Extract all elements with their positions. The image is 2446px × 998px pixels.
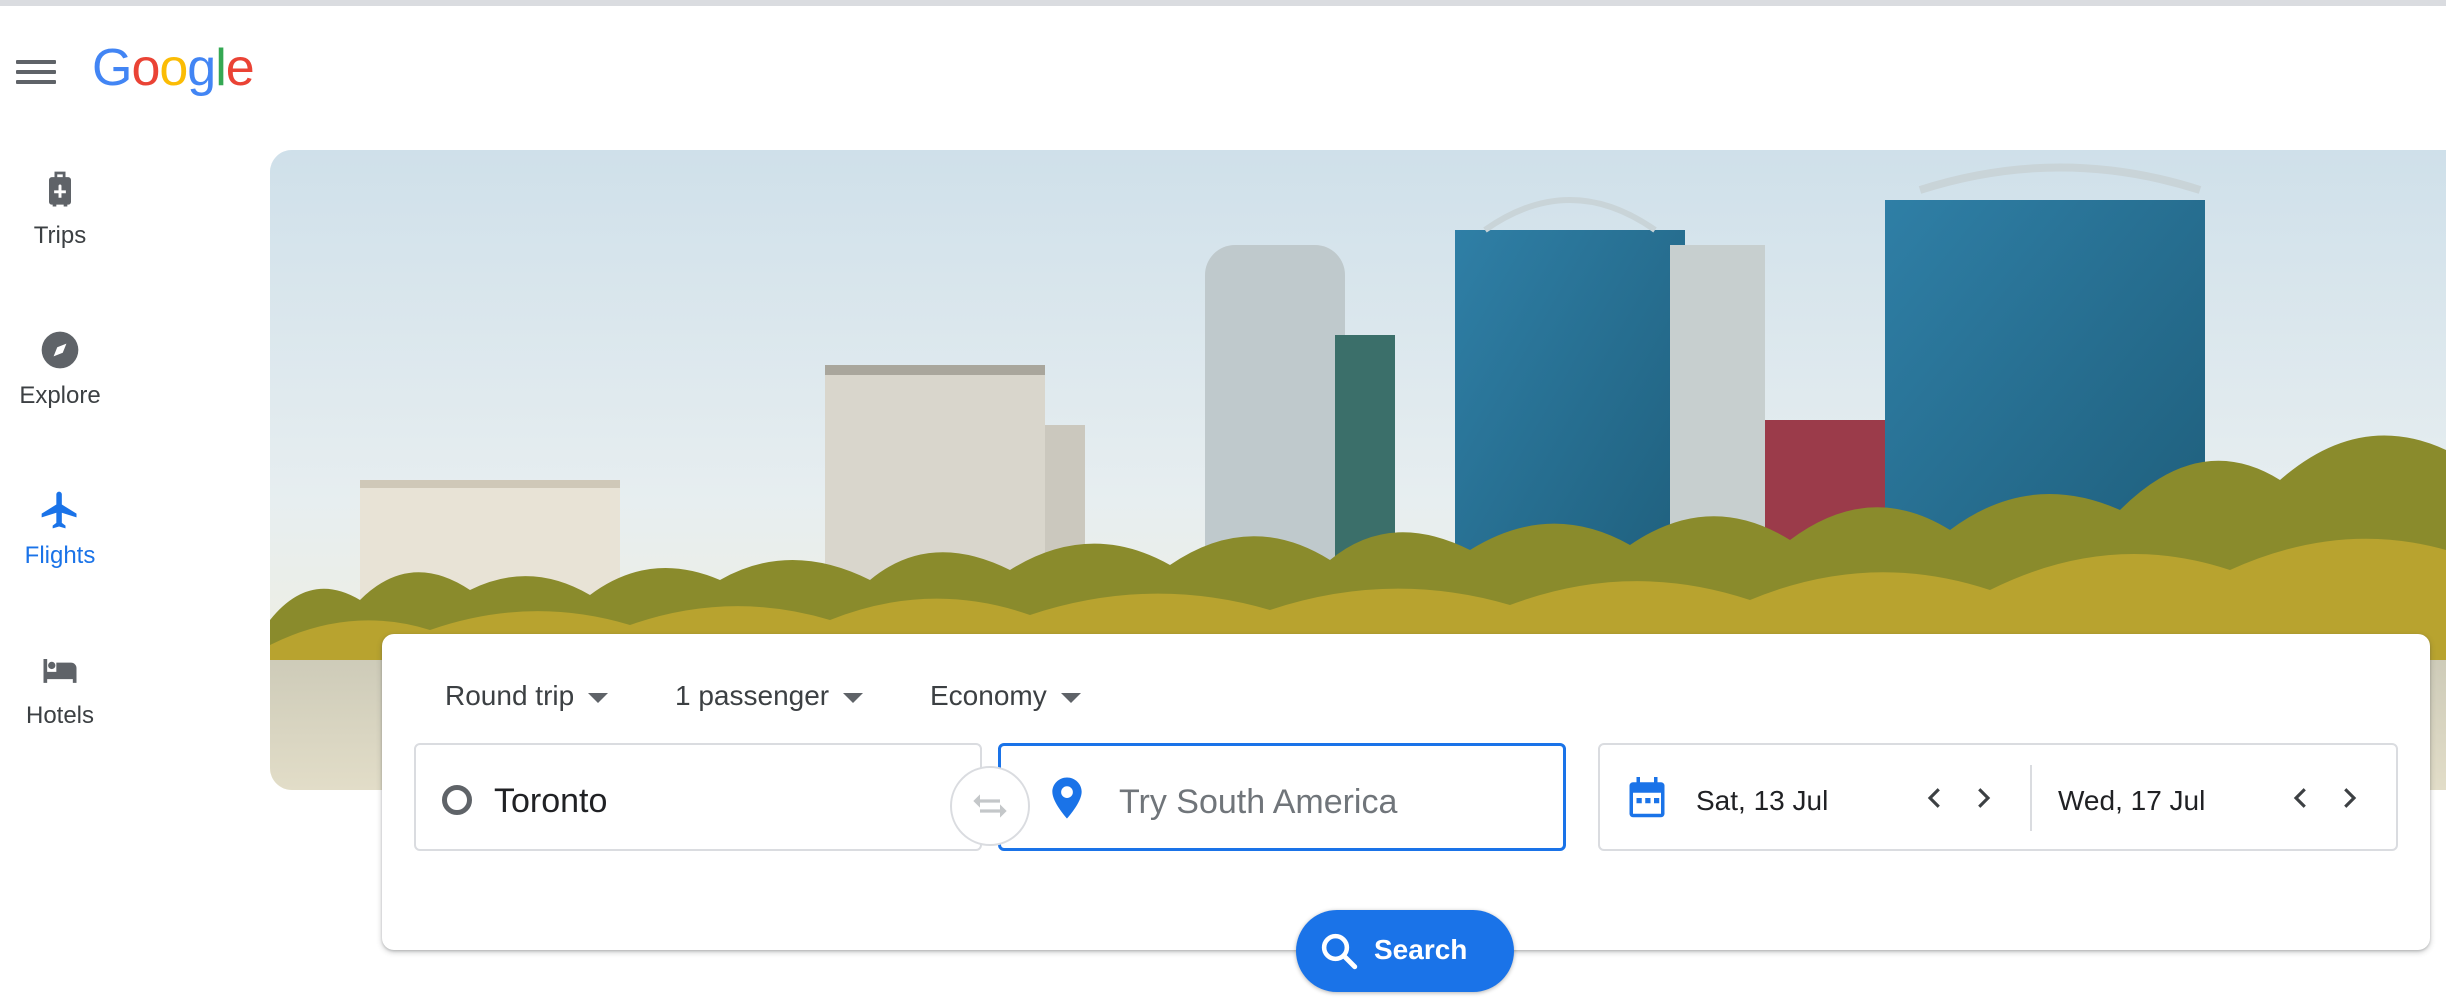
destination-input[interactable]: Try South America [998,743,1566,851]
date-range-selector: Sat, 13 Jul Wed, 17 Jul [1598,743,2398,851]
sidebar-item-explore[interactable]: Explore [0,328,120,410]
location-pin-icon [1052,777,1082,819]
compass-icon [41,331,79,369]
caret-down-icon [1060,692,1081,703]
sidebar-item-flights[interactable]: Flights [0,488,120,570]
sidebar-item-hotels[interactable]: Hotels [0,648,120,730]
search-button[interactable]: Search [1296,910,1514,992]
google-logo[interactable]: Google [92,38,255,98]
swap-locations-button[interactable] [950,766,1030,846]
sidebar-item-label: Flights [24,542,96,569]
bed-icon [43,659,77,683]
cabin-class-value: Economy [930,680,1047,711]
sidebar-item-label: Explore [19,382,101,409]
passengers-value: 1 passenger [675,680,830,711]
return-prev-day-icon[interactable] [2286,781,2316,815]
passengers-dropdown[interactable]: 1 passenger [675,680,864,712]
caret-down-icon [588,692,609,703]
search-button-label: Search [1374,934,1468,965]
search-icon [1321,933,1358,970]
airplane-icon [41,491,77,529]
sidebar-item-label: Trips [33,222,87,249]
departure-prev-day-icon[interactable] [1920,781,1950,815]
swap-arrows-icon [973,794,1007,818]
return-next-day-icon[interactable] [2334,781,2364,815]
cabin-class-dropdown[interactable]: Economy [930,680,1081,712]
sidebar-item-label: Hotels [25,702,95,729]
calendar-icon[interactable] [1626,775,1668,821]
sidebar-item-trips[interactable]: Trips [0,168,120,250]
origin-circle-icon [442,785,472,815]
origin-input[interactable]: Toronto [414,743,982,851]
trip-type-value: Round trip [445,680,575,711]
departure-next-day-icon[interactable] [1968,781,1998,815]
departure-date[interactable]: Sat, 13 Jul [1696,785,1828,817]
date-divider [2030,765,2032,831]
return-date[interactable]: Wed, 17 Jul [2058,785,2205,817]
caret-down-icon [843,692,864,703]
luggage-icon [49,171,71,207]
top-divider [0,0,2446,6]
destination-placeholder: Try South America [1119,783,1398,821]
origin-value: Toronto [494,782,608,820]
trip-type-dropdown[interactable]: Round trip [445,680,609,712]
main-menu-button[interactable] [16,54,56,88]
